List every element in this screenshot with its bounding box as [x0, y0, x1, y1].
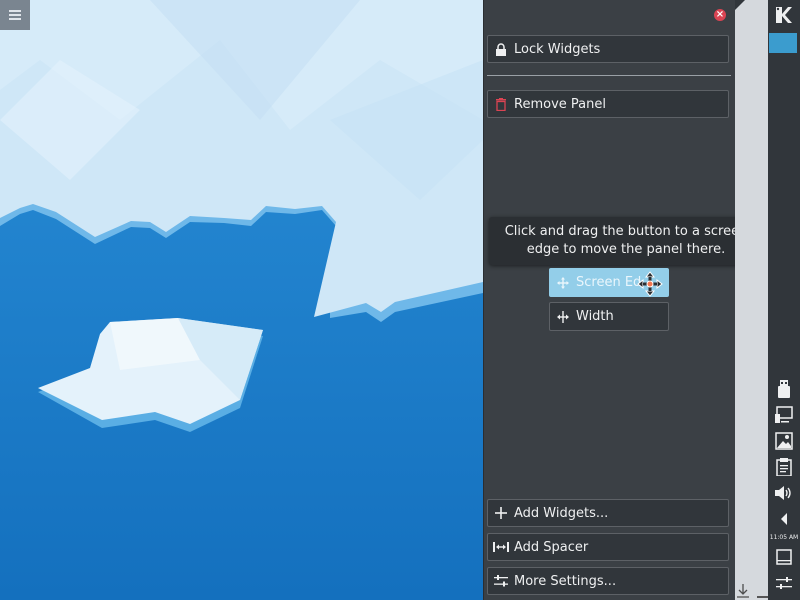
remove-panel-label: Remove Panel [514, 96, 606, 112]
width-label: Width [576, 309, 614, 324]
tooltip-text: Click and drag the button to a screen ed… [504, 224, 748, 257]
digital-clock[interactable]: 11:05 AM [768, 534, 800, 541]
lock-widgets-button[interactable]: Lock Widgets [487, 35, 729, 63]
move-cursor-icon [637, 271, 663, 297]
desktop-toolbox-button[interactable] [0, 0, 30, 30]
clipboard-image-icon[interactable] [773, 430, 795, 452]
download-arrow-icon[interactable] [737, 584, 749, 598]
add-spacer-button[interactable]: Add Spacer [487, 533, 729, 561]
screen-edge-label: Screen Ed [576, 275, 642, 290]
panel-ruler[interactable] [735, 0, 768, 600]
resize-width-icon [550, 310, 576, 323]
plus-icon [488, 507, 514, 519]
remove-panel-button[interactable]: Remove Panel [487, 90, 729, 118]
add-widgets-label: Add Widgets... [514, 505, 609, 521]
desktop-wallpaper [0, 0, 483, 600]
drag-tooltip: Click and drag the button to a screen ed… [489, 217, 763, 265]
clipboard-icon[interactable] [773, 456, 795, 478]
settings-sliders-icon [488, 575, 514, 587]
trash-icon [488, 97, 514, 111]
wallpaper-art [0, 0, 483, 600]
lock-icon [488, 42, 514, 56]
move-icon [550, 276, 576, 289]
volume-icon[interactable] [773, 482, 795, 504]
task-manager-item[interactable] [769, 33, 797, 53]
expand-arrow-icon[interactable] [773, 508, 795, 530]
vertical-panel [768, 0, 800, 600]
display-icon[interactable] [773, 404, 795, 426]
panel-settings-icon[interactable] [773, 572, 795, 594]
hamburger-menu-icon [9, 10, 21, 20]
width-button[interactable]: Width [549, 302, 669, 331]
show-desktop-icon[interactable] [773, 546, 795, 568]
kde-launcher-icon[interactable] [773, 4, 795, 26]
close-icon[interactable]: × [714, 9, 726, 21]
more-settings-button[interactable]: More Settings... [487, 567, 729, 595]
toolbox-separator [487, 75, 731, 76]
add-spacer-label: Add Spacer [514, 539, 589, 555]
spacer-icon [488, 542, 514, 552]
more-settings-label: More Settings... [514, 573, 617, 589]
usb-device-icon[interactable] [773, 378, 795, 400]
add-widgets-button[interactable]: Add Widgets... [487, 499, 729, 527]
ruler-marker[interactable] [757, 596, 768, 598]
lock-widgets-label: Lock Widgets [514, 41, 601, 57]
